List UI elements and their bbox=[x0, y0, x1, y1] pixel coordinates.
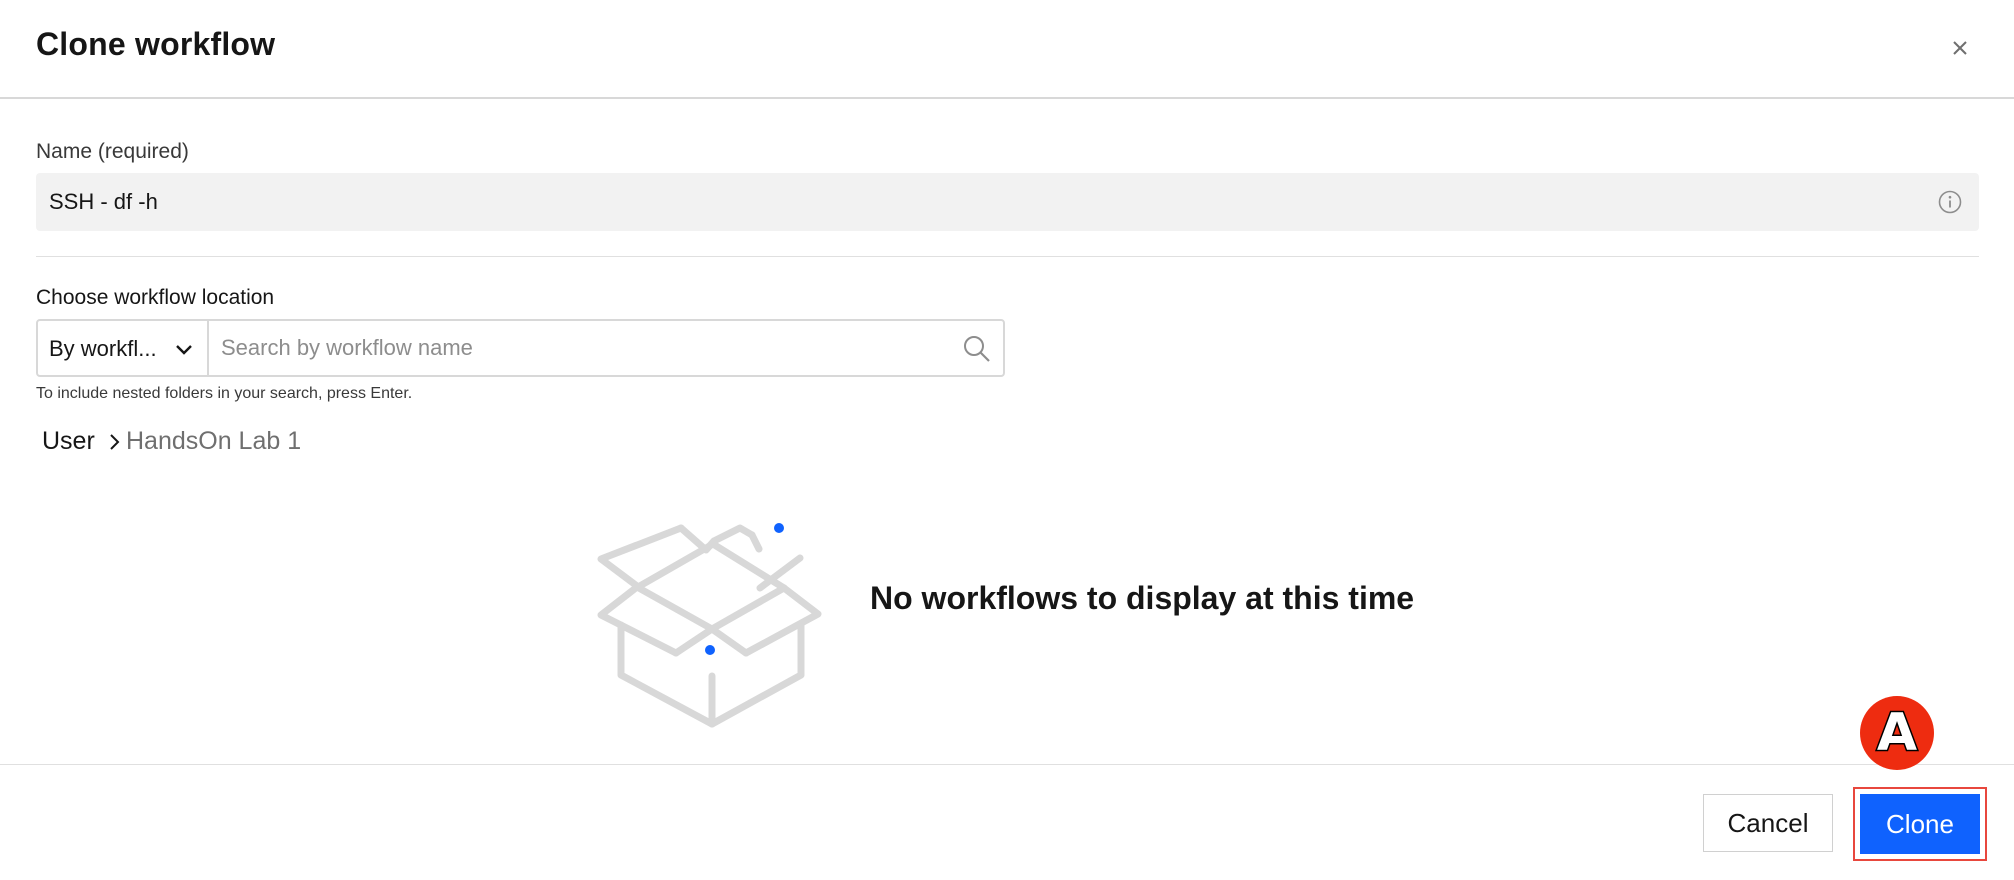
name-field[interactable]: SSH - df -h bbox=[36, 173, 1979, 231]
dialog-title: Clone workflow bbox=[36, 26, 276, 62]
breadcrumb-user[interactable]: User bbox=[42, 427, 95, 456]
empty-state-message: No workflows to display at this time bbox=[870, 580, 1415, 616]
clone-button-highlight: Clone bbox=[1853, 787, 1987, 861]
location-label: Choose workflow location bbox=[36, 286, 275, 309]
search-icon[interactable] bbox=[961, 333, 993, 365]
cancel-button[interactable]: Cancel bbox=[1703, 794, 1833, 852]
info-icon[interactable] bbox=[1937, 189, 1963, 215]
chevron-right-icon bbox=[110, 434, 120, 450]
footer-divider bbox=[0, 764, 2014, 765]
close-icon bbox=[1953, 41, 1967, 55]
dropdown-selected-value: By workfl... bbox=[49, 336, 157, 361]
name-label: Name (required) bbox=[36, 140, 189, 163]
breadcrumb-current: HandsOn Lab 1 bbox=[126, 427, 302, 455]
section-divider bbox=[36, 256, 1979, 257]
workflow-search-input[interactable] bbox=[211, 321, 951, 375]
close-button[interactable] bbox=[1946, 34, 1974, 62]
search-hint: To include nested folders in your search… bbox=[36, 385, 413, 402]
search-scope-dropdown[interactable]: By workfl... bbox=[38, 321, 209, 375]
dialog-header: Clone workflow bbox=[0, 0, 2014, 99]
location-search-group: By workfl... bbox=[36, 319, 1005, 377]
clone-workflow-dialog: Clone workflow Name (required) SSH - df … bbox=[0, 0, 2014, 880]
chevron-down-icon bbox=[176, 345, 192, 355]
annotation-marker: A bbox=[1860, 696, 1934, 770]
clone-button[interactable]: Clone bbox=[1860, 794, 1980, 854]
name-value[interactable]: SSH - df -h bbox=[49, 189, 158, 215]
annotation-marker-label: A bbox=[1875, 702, 1918, 765]
empty-box-illustration bbox=[597, 523, 822, 728]
